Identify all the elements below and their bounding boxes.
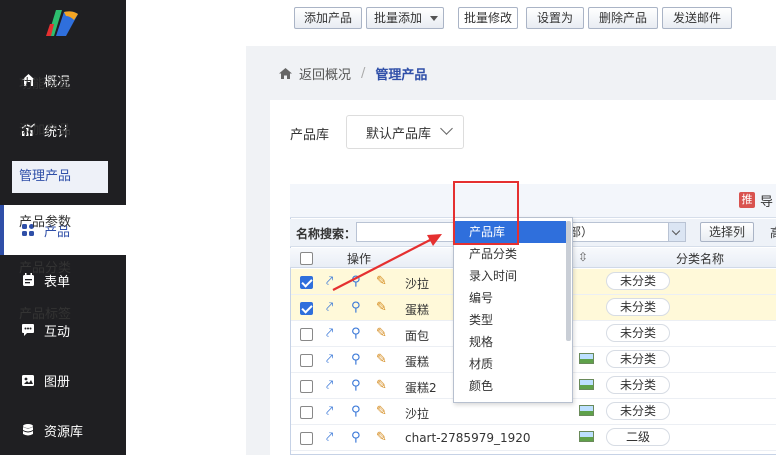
edit-icon[interactable]: ✎	[376, 275, 387, 289]
category-tag: 二级	[606, 428, 670, 446]
dropdown-item-type[interactable]: 类型	[455, 309, 566, 331]
library-label: 产品库	[290, 128, 330, 143]
chevron-down-icon	[668, 223, 685, 241]
share-icon[interactable]: ⤤	[326, 275, 333, 289]
search-icon[interactable]: ⚲	[351, 405, 361, 419]
category-tag: 未分类	[606, 350, 670, 368]
chevron-down-icon	[440, 122, 453, 135]
row-name: chart-2785979_1920	[405, 431, 531, 445]
highlight-box	[453, 181, 519, 245]
breadcrumb-separator: /	[361, 65, 366, 81]
active-indicator	[0, 205, 4, 255]
search-icon[interactable]: ⚲	[351, 327, 361, 341]
row-checkbox[interactable]	[300, 380, 313, 393]
send-mail-button[interactable]: 发送邮件	[662, 7, 732, 29]
category-tag: 未分类	[606, 272, 670, 290]
row-checkbox[interactable]	[300, 328, 313, 341]
row-name: 沙拉	[405, 407, 430, 421]
search-icon[interactable]: ⚲	[351, 379, 361, 393]
grid-toolbar	[290, 184, 776, 218]
dropdown-scrollbar[interactable]	[566, 221, 571, 341]
image-icon[interactable]	[579, 353, 594, 364]
submenu-item-product-categories[interactable]: 产品分类	[12, 253, 108, 285]
row-checkbox[interactable]	[300, 432, 313, 445]
submenu-item-manage-products[interactable]: 管理产品	[12, 161, 108, 193]
row-checkbox[interactable]	[300, 406, 313, 419]
category-tag: 未分类	[606, 376, 670, 394]
dropdown-item-number[interactable]: 编号	[455, 287, 566, 309]
edit-icon[interactable]: ✎	[376, 353, 387, 367]
share-icon[interactable]: ⤤	[326, 431, 333, 445]
image-icon	[20, 372, 36, 388]
batch-edit-button[interactable]: 批量修改	[458, 7, 518, 29]
logo-icon	[46, 10, 78, 36]
header-op: 操作	[347, 252, 372, 266]
search-icon[interactable]: ⚲	[351, 431, 361, 445]
edit-icon[interactable]: ✎	[376, 301, 387, 315]
edit-icon[interactable]: ✎	[376, 327, 387, 341]
database-icon	[20, 422, 36, 438]
name-search-label: 名称搜索：	[296, 227, 357, 241]
dropdown-item-category[interactable]: 产品分类	[455, 243, 566, 265]
library-select-value: 默认产品库	[366, 126, 432, 142]
category-tag: 未分类	[606, 298, 670, 316]
share-icon[interactable]: ⤤	[326, 353, 333, 367]
sort-arrows-icon[interactable]: ⇳	[578, 250, 588, 264]
add-product-button[interactable]: 添加产品	[294, 7, 362, 29]
export-button[interactable]: 导	[760, 191, 773, 210]
delete-product-button[interactable]: 删除产品	[588, 7, 658, 29]
dropdown-item-entry-time[interactable]: 录入时间	[455, 265, 566, 287]
advanced-search-button[interactable]: 高	[770, 224, 776, 241]
secondary-menu	[126, 46, 246, 455]
share-icon[interactable]: ⤤	[326, 379, 333, 393]
row-name: 蛋糕	[405, 303, 430, 317]
row-name: 蛋糕	[405, 355, 430, 369]
row-checkbox[interactable]	[300, 276, 313, 289]
row-name: 面包	[405, 329, 430, 343]
category-tag: 未分类	[606, 402, 670, 420]
set-as-button[interactable]: 设置为	[526, 7, 584, 29]
breadcrumb-current: 管理产品	[375, 67, 428, 83]
image-icon[interactable]	[579, 405, 594, 416]
sidebar-item-albums[interactable]: 图册	[0, 355, 126, 405]
image-icon[interactable]	[579, 431, 594, 442]
share-icon[interactable]: ⤤	[326, 405, 333, 419]
library-select[interactable]: 默认产品库	[346, 115, 464, 149]
submenu-item-settings[interactable]: 功能设置	[12, 69, 108, 101]
header-category: 分类名称	[676, 252, 725, 266]
search-icon[interactable]: ⚲	[351, 275, 361, 289]
edit-icon[interactable]: ✎	[376, 431, 387, 445]
dropdown-item-spec[interactable]: 规格	[455, 331, 566, 353]
breadcrumb: 返回概况 / 管理产品	[278, 63, 427, 83]
home-icon[interactable]	[278, 67, 293, 80]
submenu-item-product-tags[interactable]: 产品标签	[12, 299, 108, 331]
edit-icon[interactable]: ✎	[376, 379, 387, 393]
table-row[interactable]	[291, 425, 776, 451]
promote-badge[interactable]: 推	[739, 192, 755, 208]
sidebar-item-resources[interactable]: 资源库	[0, 405, 126, 455]
row-name: 沙拉	[405, 277, 430, 291]
choose-columns-button[interactable]: 选择列	[700, 222, 754, 242]
select-all-checkbox[interactable]	[300, 252, 313, 265]
row-checkbox[interactable]	[300, 302, 313, 315]
search-icon[interactable]: ⚲	[351, 301, 361, 315]
dropdown-item-color[interactable]: 颜色	[455, 375, 566, 397]
dropdown-item-material[interactable]: 材质	[455, 353, 566, 375]
search-icon[interactable]: ⚲	[351, 353, 361, 367]
submenu-item-product-params[interactable]: 产品参数	[12, 207, 108, 239]
share-icon[interactable]: ⤤	[326, 301, 333, 315]
batch-add-button[interactable]: 批量添加	[366, 7, 444, 29]
breadcrumb-back-link[interactable]: 返回概况	[299, 64, 351, 83]
submenu-item-add-product[interactable]: 添加产品	[12, 115, 108, 147]
row-name: 蛋糕2	[405, 381, 437, 395]
category-filter-select[interactable]: 部）	[566, 222, 686, 242]
sidebar-item-label: 资源库	[44, 424, 84, 440]
image-icon[interactable]	[579, 379, 594, 390]
share-icon[interactable]: ⤤	[326, 327, 333, 341]
name-search-input[interactable]	[356, 222, 456, 242]
category-tag: 未分类	[606, 324, 670, 342]
row-checkbox[interactable]	[300, 354, 313, 367]
edit-icon[interactable]: ✎	[376, 405, 387, 419]
sidebar-item-label: 图册	[44, 374, 71, 390]
